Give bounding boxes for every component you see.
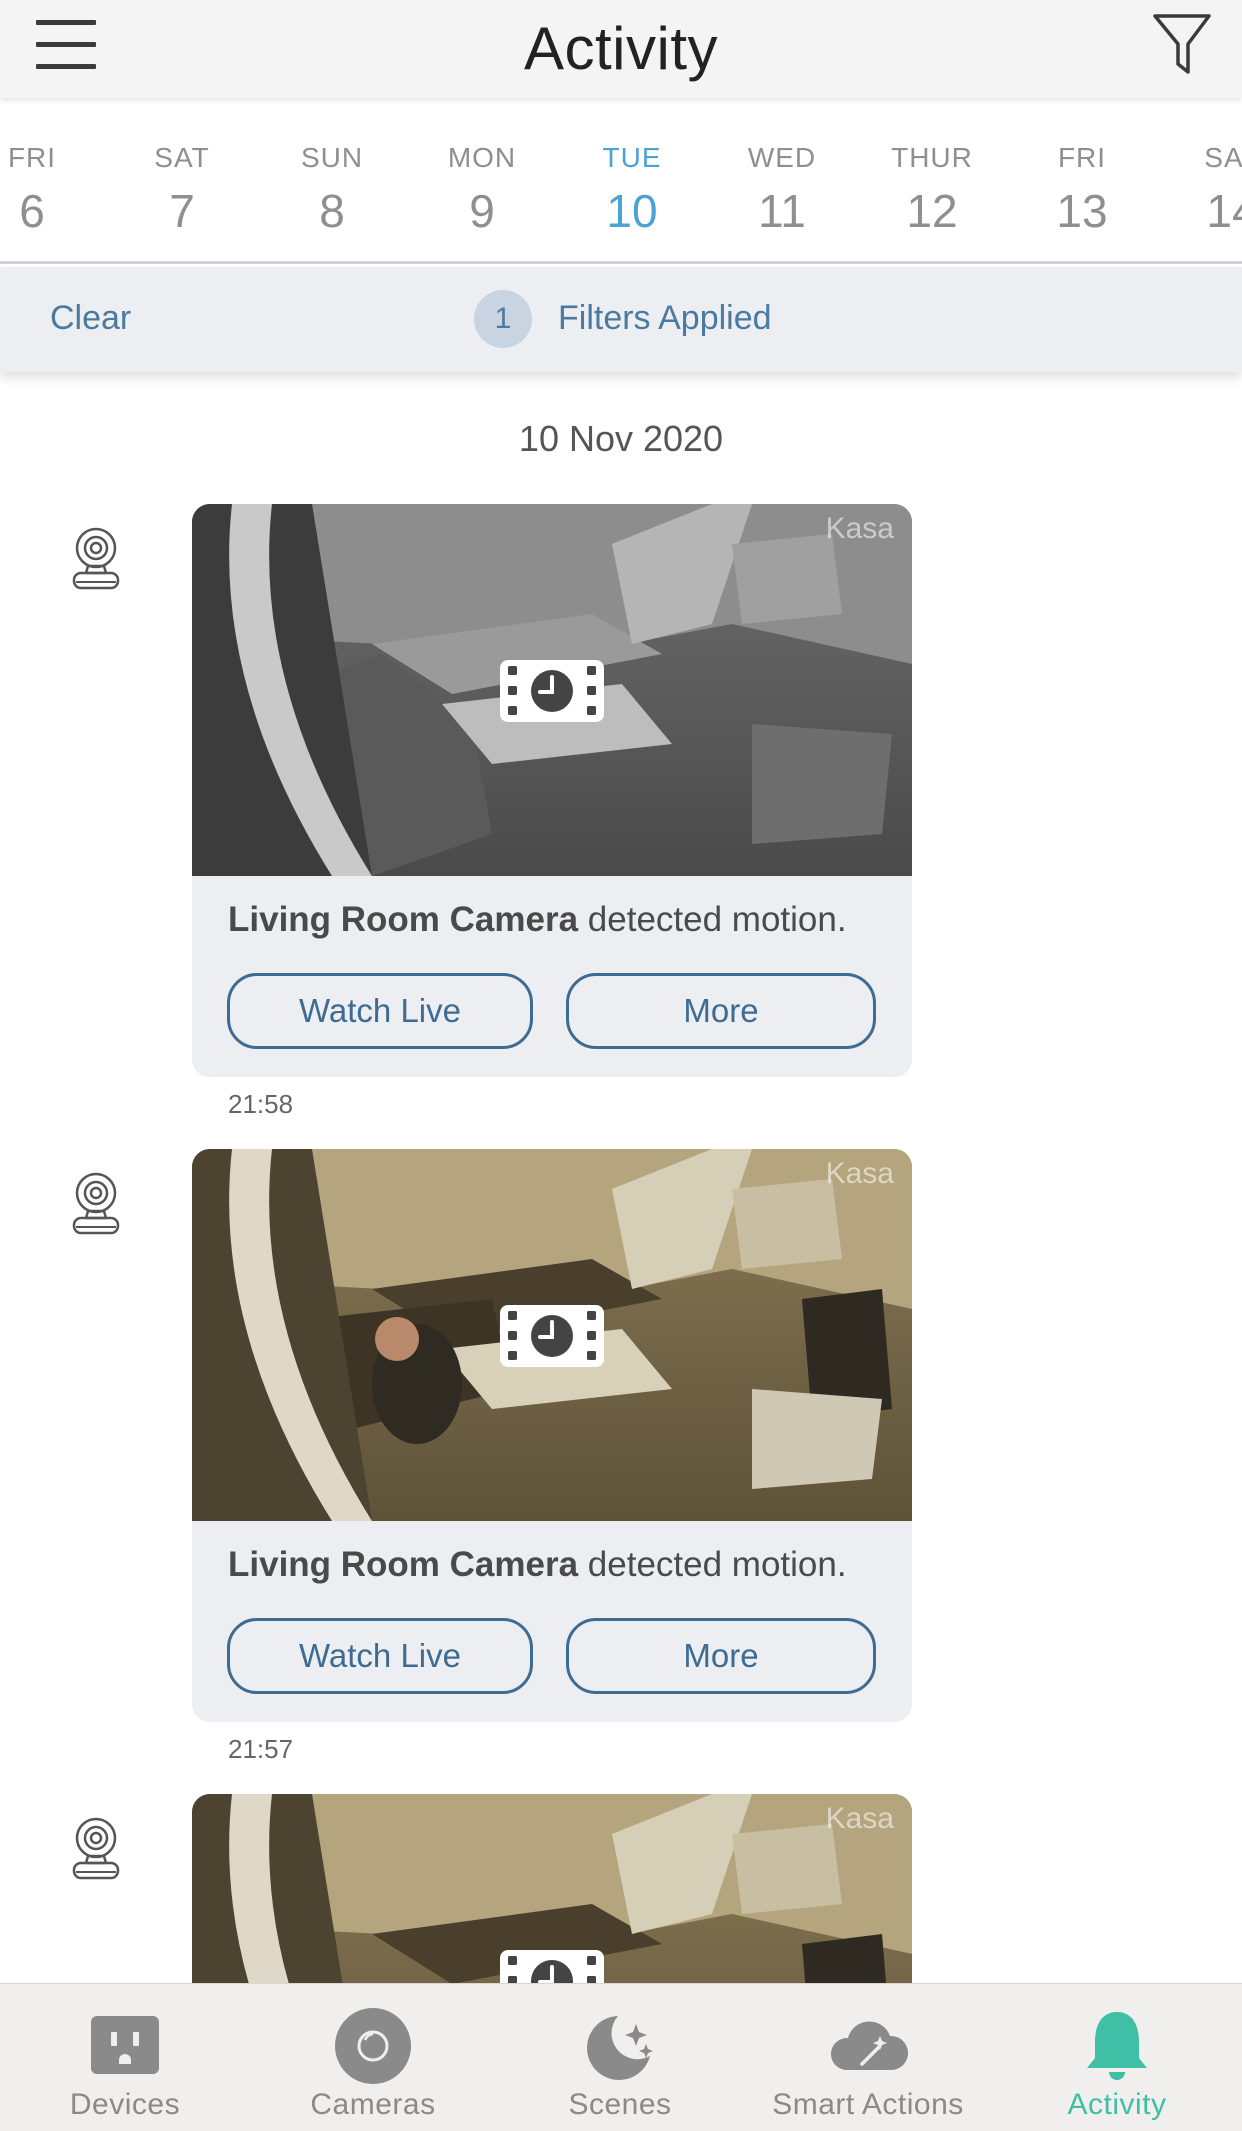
tab-label: Cameras [310, 2088, 436, 2121]
day-number: 12 [906, 185, 958, 237]
day-of-week: FRI [1057, 142, 1107, 173]
watch-live-button[interactable]: Watch Live [227, 1618, 533, 1694]
date-day-fri-6[interactable]: FRI 6 [0, 98, 107, 261]
tab-label: Smart Actions [772, 2088, 964, 2121]
event-card: Kasa Living Room Camera detected motion.… [192, 504, 912, 1077]
day-of-week: SAT [1204, 142, 1242, 173]
play-recording-icon[interactable] [498, 1948, 606, 1983]
event-video-thumbnail[interactable]: Kasa [192, 1794, 912, 1983]
date-day-thur-12[interactable]: THUR 12 [857, 98, 1007, 261]
date-day-wed-11[interactable]: WED 11 [707, 98, 857, 261]
cloud-wand-icon [831, 2021, 908, 2070]
date-day-mon-9[interactable]: MON 9 [407, 98, 557, 261]
date-day-sun-8[interactable]: SUN 8 [257, 98, 407, 261]
event-device-name: Living Room Camera [228, 1545, 579, 1584]
event-video-thumbnail[interactable]: Kasa [192, 1149, 912, 1521]
more-button[interactable]: More [566, 973, 876, 1049]
kasa-watermark: Kasa [825, 512, 894, 545]
day-of-week: MON [447, 142, 517, 173]
tab-label: Scenes [568, 2088, 672, 2121]
date-section-heading: 10 Nov 2020 [518, 418, 724, 459]
camera-device-icon [70, 1816, 122, 1882]
top-app-bar: Activity [0, 0, 1242, 98]
event-time: 21:57 [228, 1734, 294, 1764]
tab-cameras[interactable]: Cameras [248, 1984, 498, 2131]
bell-icon [1087, 2012, 1147, 2080]
tab-activity[interactable]: Activity [992, 1984, 1242, 2131]
date-day-tue-10-selected[interactable]: TUE 10 [557, 98, 707, 264]
event-card: Kasa Living Room Camera detected motion.… [192, 1149, 912, 1722]
event-time: 21:58 [228, 1089, 294, 1119]
tab-devices[interactable]: Devices [0, 1984, 250, 2131]
tab-scenes[interactable]: Scenes [495, 1984, 745, 2131]
tab-label: Activity [1067, 2088, 1167, 2121]
watch-live-button[interactable]: Watch Live [227, 973, 533, 1049]
date-day-sat-7[interactable]: SAT 7 [107, 98, 257, 261]
play-recording-icon[interactable] [498, 658, 606, 724]
event-message: Living Room Camera detected motion. [228, 1545, 847, 1585]
event-device-name: Living Room Camera [228, 900, 579, 939]
day-number: 14 [1206, 185, 1242, 237]
event-description: detected motion. [578, 1545, 847, 1584]
tab-smart-actions[interactable]: Smart Actions [743, 1984, 993, 2131]
page-title: Activity [523, 15, 719, 82]
day-number: 11 [758, 185, 806, 237]
date-day-sat-14[interactable]: SAT 14 [1157, 98, 1242, 261]
camera-lens-icon [335, 2008, 411, 2084]
filters-applied-label[interactable]: Filters Applied [558, 299, 772, 338]
play-recording-icon[interactable] [498, 1303, 606, 1369]
day-of-week: THUR [891, 142, 973, 173]
outlet-icon [91, 2016, 159, 2074]
selected-day-indicator [557, 261, 707, 264]
bottom-tab-bar: Devices Cameras Scenes Smart Actions Act… [0, 1983, 1242, 2131]
tab-label: Devices [69, 2088, 181, 2121]
day-of-week: SUN [300, 142, 364, 173]
day-number: 10 [606, 185, 658, 237]
day-number: 8 [319, 185, 345, 237]
day-of-week: WED [747, 142, 817, 173]
day-number: 9 [469, 185, 495, 237]
filter-count-badge: 1 [474, 290, 532, 348]
event-description: detected motion. [578, 900, 847, 939]
filter-icon[interactable] [1152, 12, 1212, 76]
day-of-week: SAT [154, 142, 210, 173]
kasa-watermark: Kasa [825, 1802, 894, 1835]
event-card: Kasa [192, 1794, 912, 1983]
moon-stars-icon [587, 2016, 653, 2080]
day-number: 7 [169, 185, 195, 237]
camera-device-icon [70, 1171, 122, 1237]
event-message: Living Room Camera detected motion. [228, 900, 847, 940]
day-number: 13 [1056, 185, 1108, 237]
more-button[interactable]: More [566, 1618, 876, 1694]
day-of-week: TUE [602, 142, 662, 173]
event-video-thumbnail[interactable]: Kasa [192, 504, 912, 876]
date-selector: FRI 6 SAT 7 SUN 8 MON 9 TUE 10 WED 11 TH… [0, 98, 1242, 264]
date-day-fri-13[interactable]: FRI 13 [1007, 98, 1157, 261]
day-of-week: FRI [7, 142, 57, 173]
filter-bar: Clear 1 Filters Applied [0, 267, 1242, 372]
clear-filters-button[interactable]: Clear [50, 299, 131, 338]
camera-device-icon [70, 526, 122, 592]
kasa-watermark: Kasa [825, 1157, 894, 1190]
day-number: 6 [19, 185, 45, 237]
